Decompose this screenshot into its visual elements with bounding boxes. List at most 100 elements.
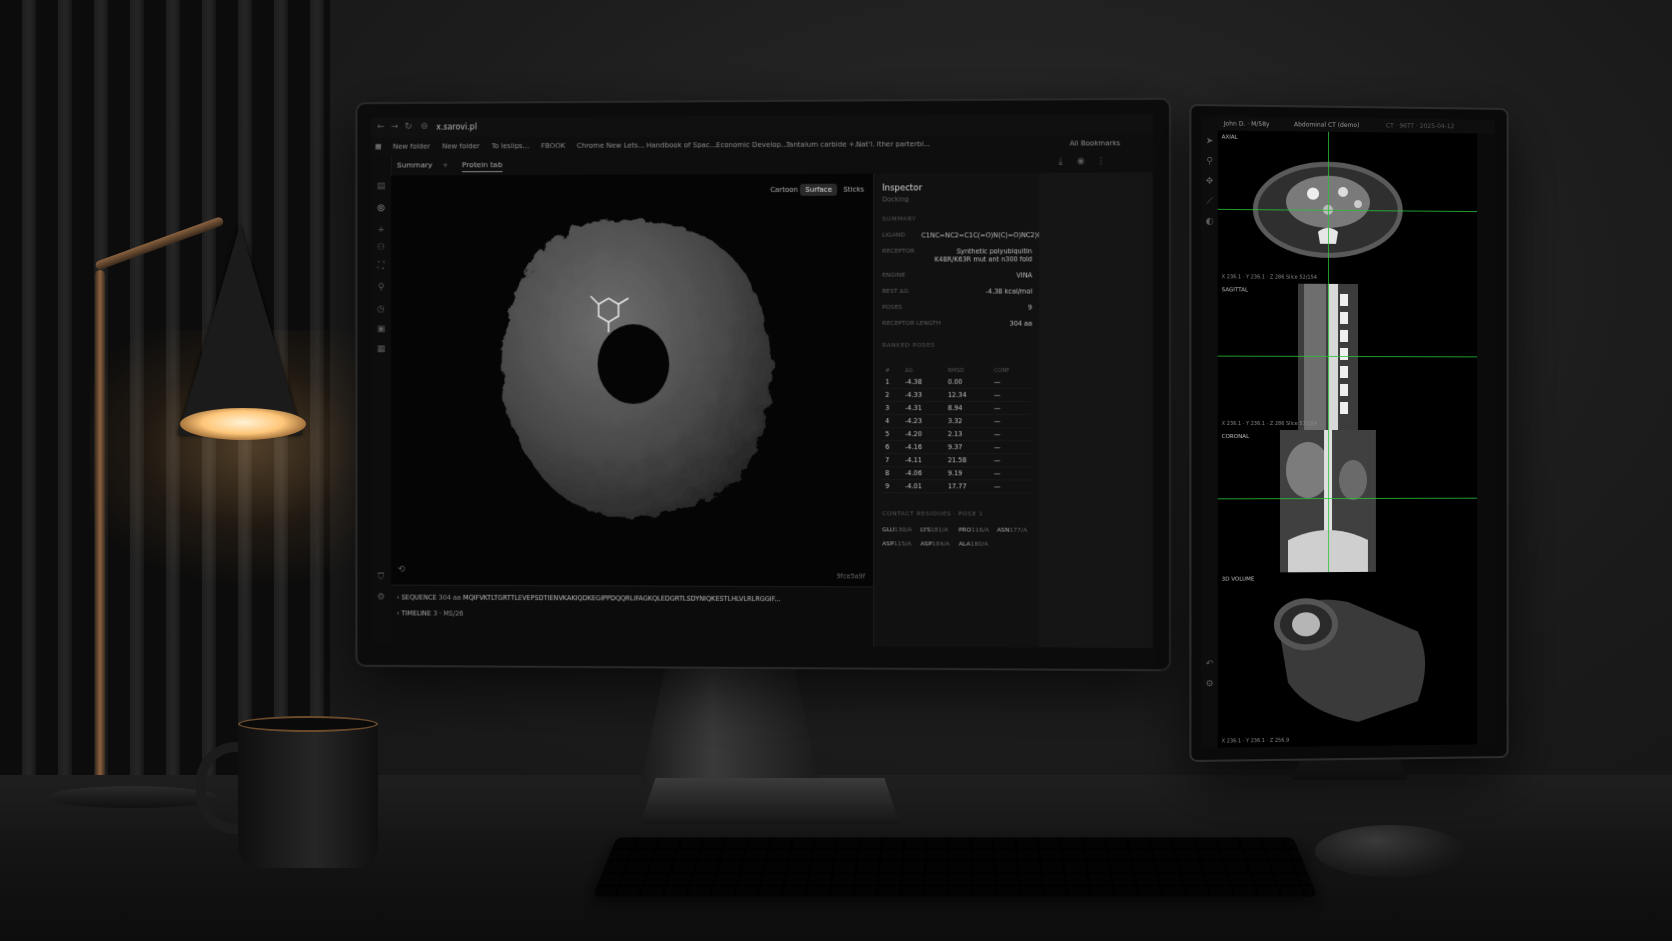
bookmark-item[interactable]: Nat'l. Ither parterbi... [856, 140, 930, 148]
window-level-icon[interactable]: ◐ [1205, 217, 1215, 227]
residue-chip[interactable]: ALA180/A [959, 541, 989, 548]
chevron-right-icon: › [396, 609, 400, 618]
pose-cell: — [990, 453, 1032, 467]
reload-icon[interactable]: ↻ [405, 122, 412, 132]
molecule-viewer[interactable]: Cartoon Surface Sticks ⟲ 9fce5a9f [390, 173, 874, 587]
plus-icon[interactable]: + [376, 225, 386, 235]
col-header: CONF [993, 367, 1010, 374]
sequence-row[interactable]: › SEQUENCE 304 aa MQIFVKTLTGRTTLEVEPSDTI… [397, 594, 781, 604]
structure-hash: 9fce5a9f [836, 572, 866, 581]
field-value: 304 aa [1009, 319, 1033, 328]
pan-icon[interactable]: ✥ [1205, 177, 1215, 187]
pose-row[interactable]: 7 -4.11 21.58— [882, 453, 1032, 467]
pose-row[interactable]: 9 -4.01 17.77— [882, 479, 1032, 494]
pose-row[interactable]: 5 -4.20 2.13— [882, 427, 1032, 441]
settings-icon[interactable]: ⚙ [376, 592, 386, 602]
timeline-row[interactable]: › TIMELINE 3 · MS/26 [397, 609, 464, 617]
pose-row[interactable]: 4 -4.23 3.32— [882, 414, 1032, 428]
pose-cell: 9.19 [944, 466, 991, 480]
history-icon[interactable]: ◷ [376, 305, 386, 315]
axial-panel[interactable]: AXIAL X 236.1 · Y 236.1 · Z 286 Slice 52… [1217, 130, 1478, 286]
residue-chip[interactable]: LYS181/A [920, 526, 948, 533]
undo-icon[interactable]: ↶ [1205, 659, 1215, 669]
residue-chip[interactable]: ASN177/A [997, 527, 1027, 534]
inspector-panel: Inspector Docking SUMMARY LIGAND C1NC=NC… [873, 172, 1042, 648]
new-tab-plus-icon[interactable]: + [442, 160, 448, 169]
residue-chip[interactable]: ASP115/A [882, 540, 911, 547]
tab-summary[interactable]: Summary [397, 160, 433, 169]
calendar-icon[interactable]: ▦ [376, 344, 386, 354]
mode-cartoon-button[interactable]: Cartoon [765, 184, 803, 196]
residue-chip[interactable]: GLU130/A [882, 526, 912, 533]
pose-row[interactable]: 1 -4.38 0.00— [882, 375, 1032, 389]
inspector-title: Inspector [882, 183, 923, 194]
study-name[interactable]: Abdominal CT (demo) [1294, 121, 1359, 129]
pose-row[interactable]: 8 -4.06 9.19— [882, 466, 1032, 480]
pose-cell: 8.94 [944, 401, 991, 415]
activity-icon[interactable]: ⚲ [376, 283, 386, 293]
account-icon[interactable]: ◉ [1076, 157, 1086, 167]
layers-icon[interactable]: ▤ [376, 181, 386, 191]
residue-chip[interactable]: ASP184/A [920, 540, 949, 547]
panel-coords: X 236.1 · Y 236.1 · Z 286 Slice 57/154 [1221, 420, 1317, 427]
pose-cell: — [990, 414, 1032, 428]
right-side-pane: ⤓ ◉ ⋮ [1039, 156, 1153, 648]
bookmark-item[interactable]: New folder [393, 143, 430, 151]
ct-tool-rail: ➤ ⚲ ✥ ⟋ ◐ ↶ ⚙ [1201, 116, 1219, 748]
zoom-icon[interactable]: ⚲ [1205, 156, 1215, 166]
monitor-stand-neck [640, 660, 820, 785]
pose-row[interactable]: 3 -4.31 8.94— [882, 401, 1032, 415]
pose-cell: -4.11 [902, 453, 945, 467]
pose-cell: 21.58 [944, 453, 991, 467]
bookmark-item[interactable]: Chrome New Lets... [577, 142, 645, 150]
mode-sticks-button[interactable]: Sticks [838, 184, 869, 196]
pose-cell: -4.33 [902, 388, 945, 402]
molecule-icon[interactable]: ◎ [376, 203, 386, 213]
residue-id: 115/A [893, 540, 912, 548]
desk-scene: ← → ↻ ⊜ x.sarovi.pl ▦ New folder New fol… [0, 0, 1672, 941]
residue-chip[interactable]: PRO116/A [959, 527, 989, 534]
pose-row[interactable]: 2 -4.33 12.34— [882, 388, 1032, 402]
mug-rim [238, 716, 378, 732]
bookmark-item[interactable]: To lesiips... [492, 142, 530, 150]
lamp-shade [178, 225, 302, 435]
pose-cell: 17.77 [944, 479, 991, 493]
bookmark-item[interactable]: New folder [442, 142, 479, 150]
side-monitor-base [1230, 780, 1470, 794]
pointer-icon[interactable]: ➤ [1205, 136, 1215, 146]
back-icon[interactable]: ← [377, 122, 384, 132]
bookmark-item[interactable]: FBOOK [541, 142, 565, 150]
timeline-label: TIMELINE [401, 609, 432, 618]
bookmark-item[interactable]: Economic Develop... [716, 141, 788, 149]
menu-icon[interactable]: ⋮ [1096, 156, 1106, 166]
box-icon[interactable]: ▣ [376, 324, 386, 334]
bookmark-item[interactable]: Handbook of Spac... [646, 141, 716, 149]
mouse [1315, 825, 1465, 877]
bookmark-item[interactable]: Tantalum carbide +... [786, 141, 861, 149]
address-bar[interactable]: x.sarovi.pl [436, 122, 477, 131]
sagittal-panel[interactable]: SAGITTAL X 236.1 · Y 236.1 · Z 286 Slice… [1217, 283, 1478, 432]
tab-protein[interactable]: Protein tab [461, 160, 503, 173]
shield-icon[interactable]: ⛉ [376, 573, 386, 583]
lamp-bulb [180, 408, 306, 440]
pose-cell: 1 [882, 375, 903, 389]
mode-surface-button[interactable]: Surface [800, 183, 838, 196]
sequence-length: 304 aa [438, 593, 461, 602]
pose-row[interactable]: 6 -4.16 9.37— [882, 440, 1032, 454]
pose-cell: 12.34 [944, 388, 991, 402]
forward-icon[interactable]: → [391, 122, 398, 132]
settings-icon[interactable]: ⚙ [1205, 679, 1215, 689]
download-icon[interactable]: ⤓ [1056, 157, 1066, 167]
coronal-panel[interactable]: CORONAL [1217, 429, 1478, 574]
measure-icon[interactable]: ⟋ [1205, 197, 1215, 207]
panel-label: 3D VOLUME [1221, 576, 1255, 583]
volume-panel[interactable]: 3D VOLUME X 236.1 · Y 236.1 · Z 256.9 [1217, 571, 1478, 748]
apps-icon[interactable]: ▦ [375, 143, 382, 151]
coffee-mug [238, 723, 378, 868]
expand-icon[interactable]: ⛶ [376, 261, 386, 271]
site-info-icon[interactable]: ⊜ [420, 122, 427, 132]
user-icon[interactable]: ⚇ [376, 243, 386, 253]
reset-view-icon[interactable]: ⟲ [397, 565, 407, 575]
protein-surface[interactable] [480, 204, 788, 534]
all-bookmarks[interactable]: All Bookmarks [1070, 139, 1121, 147]
